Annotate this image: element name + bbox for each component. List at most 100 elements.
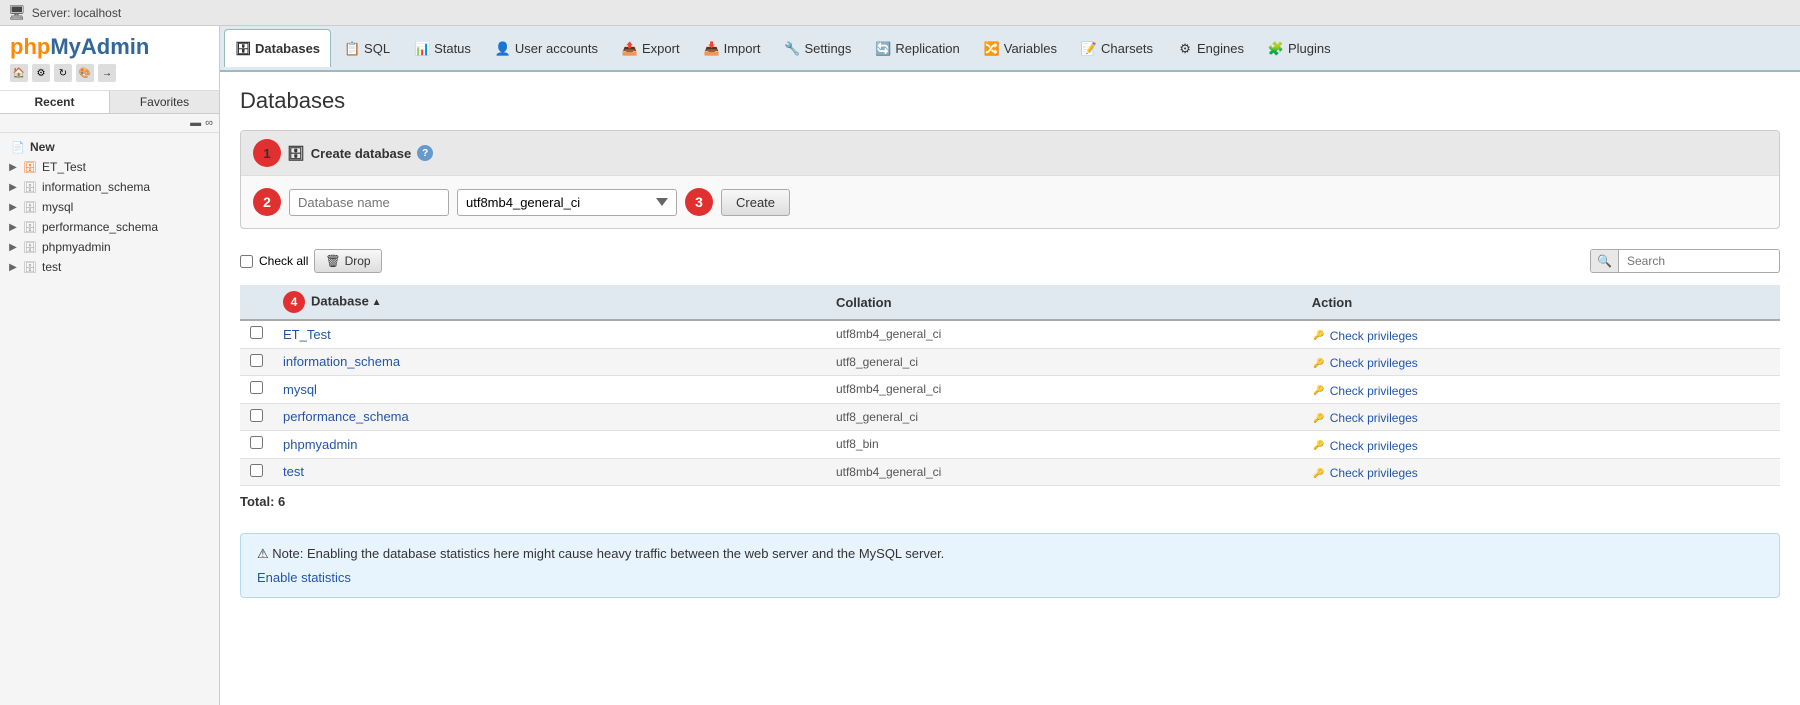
content-area: Databases 1 🗄 Create database ? 2 utf8mb…	[220, 72, 1800, 705]
tab-variables[interactable]: 🔀 Variables	[973, 29, 1068, 67]
db-name-input[interactable]	[289, 189, 449, 216]
search-input[interactable]	[1619, 250, 1779, 272]
db-link-phpmyadmin[interactable]: phpmyadmin	[283, 437, 357, 452]
sidebar-tab-favorites[interactable]: Favorites	[110, 91, 219, 113]
import-tab-icon: 📥	[704, 41, 720, 57]
step-4-badge: 4	[283, 291, 305, 313]
help-icon[interactable]: ?	[417, 145, 433, 161]
db-link-mysql[interactable]: mysql	[283, 382, 317, 397]
privileges-icon: 🔑	[1312, 356, 1326, 370]
check-privileges-label: Check privileges	[1330, 356, 1418, 370]
tab-user-accounts[interactable]: 👤 User accounts	[484, 29, 609, 67]
nav-tabs: 🗄 Databases 📋 SQL 📊 Status 👤 User accoun…	[220, 26, 1800, 72]
tab-status[interactable]: 📊 Status	[403, 29, 482, 67]
check-privileges-btn-phpmyadmin[interactable]: 🔑 Check privileges	[1312, 439, 1418, 453]
tab-export[interactable]: 📤 Export	[611, 29, 691, 67]
privileges-icon: 🔑	[1312, 384, 1326, 398]
sidebar-item-information-schema[interactable]: ▶ 🗄 information_schema	[0, 177, 219, 197]
check-privileges-btn-mysql[interactable]: 🔑 Check privileges	[1312, 384, 1418, 398]
tab-databases[interactable]: 🗄 Databases	[224, 29, 331, 67]
check-privileges-btn-et-test[interactable]: 🔑Check privileges	[1312, 329, 1418, 343]
collation-select-wrapper: utf8mb4_general_ciutf8_general_ciutf8_un…	[457, 189, 677, 216]
collation-select[interactable]: utf8mb4_general_ciutf8_general_ciutf8_un…	[457, 189, 677, 216]
databases-tab-icon: 🗄	[235, 41, 251, 57]
privileges-icon: 🔑	[1312, 411, 1326, 425]
export-tab-icon: 📤	[622, 41, 638, 57]
tab-replication[interactable]: 🔄 Replication	[864, 29, 970, 67]
collation-cell: utf8_general_ci	[826, 348, 1302, 376]
home-icon[interactable]: 🏠	[10, 64, 28, 82]
collation-cell: utf8mb4_general_ci	[826, 458, 1302, 486]
drop-button[interactable]: 🗑 Drop	[314, 249, 381, 273]
note-text: ⚠ Note: Enabling the database statistics…	[257, 546, 1763, 562]
server-icon: 🖥	[8, 4, 26, 21]
sidebar-item-test[interactable]: ▶ 🗄 test	[0, 257, 219, 277]
variables-tab-icon: 🔀	[984, 41, 1000, 57]
privileges-icon: 🔑	[1312, 439, 1326, 453]
row-checkbox-test[interactable]	[250, 464, 263, 477]
tab-sql[interactable]: 📋 SQL	[333, 29, 401, 67]
sidebar-item-phpmyadmin[interactable]: ▶ 🗄 phpmyadmin	[0, 237, 219, 257]
row-checkbox-information-schema[interactable]	[250, 354, 263, 367]
check-privileges-btn-test[interactable]: 🔑Check privileges	[1312, 466, 1418, 480]
row-checkbox-mysql[interactable]	[250, 381, 263, 394]
table-toolbar-left: Check all 🗑 Drop	[240, 249, 382, 273]
db-link-performance-schema[interactable]: performance_schema	[283, 409, 409, 424]
check-privileges-label: Check privileges	[1330, 439, 1418, 453]
theme-icon[interactable]: 🎨	[76, 64, 94, 82]
row-checkbox-performance-schema[interactable]	[250, 409, 263, 422]
table-row: mysqlutf8mb4_general_ci🔑Check privileges	[240, 376, 1780, 404]
create-database-button[interactable]: Create	[721, 189, 790, 216]
sql-tab-icon: 📋	[344, 41, 360, 57]
db-icon-test: 🗄	[22, 259, 38, 275]
logo-myadmin: MyAdmin	[50, 34, 149, 59]
step-3-badge: 3	[685, 188, 713, 216]
settings-icon[interactable]: ⚙	[32, 64, 50, 82]
search-box-container: 🔍	[1590, 249, 1780, 273]
db-label-mysql: mysql	[42, 200, 73, 214]
col-header-database[interactable]: 4Database	[273, 285, 826, 320]
check-privileges-btn-information-schema[interactable]: 🔑 Check privileges	[1312, 356, 1418, 370]
tab-settings[interactable]: 🔧 Settings	[773, 29, 862, 67]
check-all-checkbox[interactable]	[240, 255, 253, 268]
new-icon: 📄	[10, 139, 26, 155]
sidebar-tab-recent[interactable]: Recent	[0, 91, 110, 113]
sidebar-item-new[interactable]: 📄 New	[0, 137, 219, 157]
refresh-icon[interactable]: ↻	[54, 64, 72, 82]
engines-tab-icon: ⚙	[1177, 41, 1193, 57]
db-table-body: ET_Test utf8mb4_general_ci 🔑 Check privileg…	[240, 320, 1780, 486]
expand-btn[interactable]: ∞	[205, 117, 213, 129]
tab-charsets[interactable]: 📝 Charsets	[1070, 29, 1164, 67]
create-db-form: 2 utf8mb4_general_ciutf8_general_ciutf8_…	[241, 176, 1779, 228]
expand-mysql: ▶	[6, 200, 20, 214]
row-checkbox-phpmyadmin[interactable]	[250, 436, 263, 449]
db-label-phpmyadmin: phpmyadmin	[42, 240, 111, 254]
sidebar-item-performance-schema[interactable]: ▶ 🗄 performance_schema	[0, 217, 219, 237]
db-icon-info-schema: 🗄	[22, 179, 38, 195]
tab-engines[interactable]: ⚙ Engines	[1166, 29, 1255, 67]
sidebar-item-et-test[interactable]: ▶ 🗄 ET_Test	[0, 157, 219, 177]
table-row: information_schema utf8_general_ci 🔑 Check …	[240, 348, 1780, 376]
tab-charsets-label: Charsets	[1101, 41, 1153, 56]
db-link-information-schema[interactable]: information_schema	[283, 354, 400, 369]
tab-engines-label: Engines	[1197, 41, 1244, 56]
row-checkbox-et-test[interactable]	[250, 326, 263, 339]
collapse-btn[interactable]: ▬	[190, 117, 201, 129]
tab-import[interactable]: 📥 Import	[693, 29, 772, 67]
total-row: Total: 6	[240, 486, 1780, 517]
tab-databases-label: Databases	[255, 41, 320, 56]
main-area: 🗄 Databases 📋 SQL 📊 Status 👤 User accoun…	[220, 26, 1800, 705]
create-db-section: 1 🗄 Create database ? 2 utf8mb4_general_…	[240, 130, 1780, 229]
db-link-test[interactable]: test	[283, 464, 304, 479]
tab-plugins[interactable]: 🧩 Plugins	[1257, 29, 1342, 67]
enable-stats-link[interactable]: Enable statistics	[257, 570, 351, 585]
expand-perf-schema: ▶	[6, 220, 20, 234]
db-icon-perf-schema: 🗄	[22, 219, 38, 235]
db-link-et-test[interactable]: ET_Test	[283, 327, 331, 342]
check-privileges-label: Check privileges	[1330, 384, 1418, 398]
sidebar-item-mysql[interactable]: ▶ 🗄 mysql	[0, 197, 219, 217]
check-privileges-btn-performance-schema[interactable]: 🔑Check privileges	[1312, 411, 1418, 425]
logout-icon[interactable]: →	[98, 64, 116, 82]
table-row: ET_Testutf8mb4_general_ci🔑Check privileg…	[240, 320, 1780, 348]
create-db-header[interactable]: 1 🗄 Create database ?	[241, 131, 1779, 176]
